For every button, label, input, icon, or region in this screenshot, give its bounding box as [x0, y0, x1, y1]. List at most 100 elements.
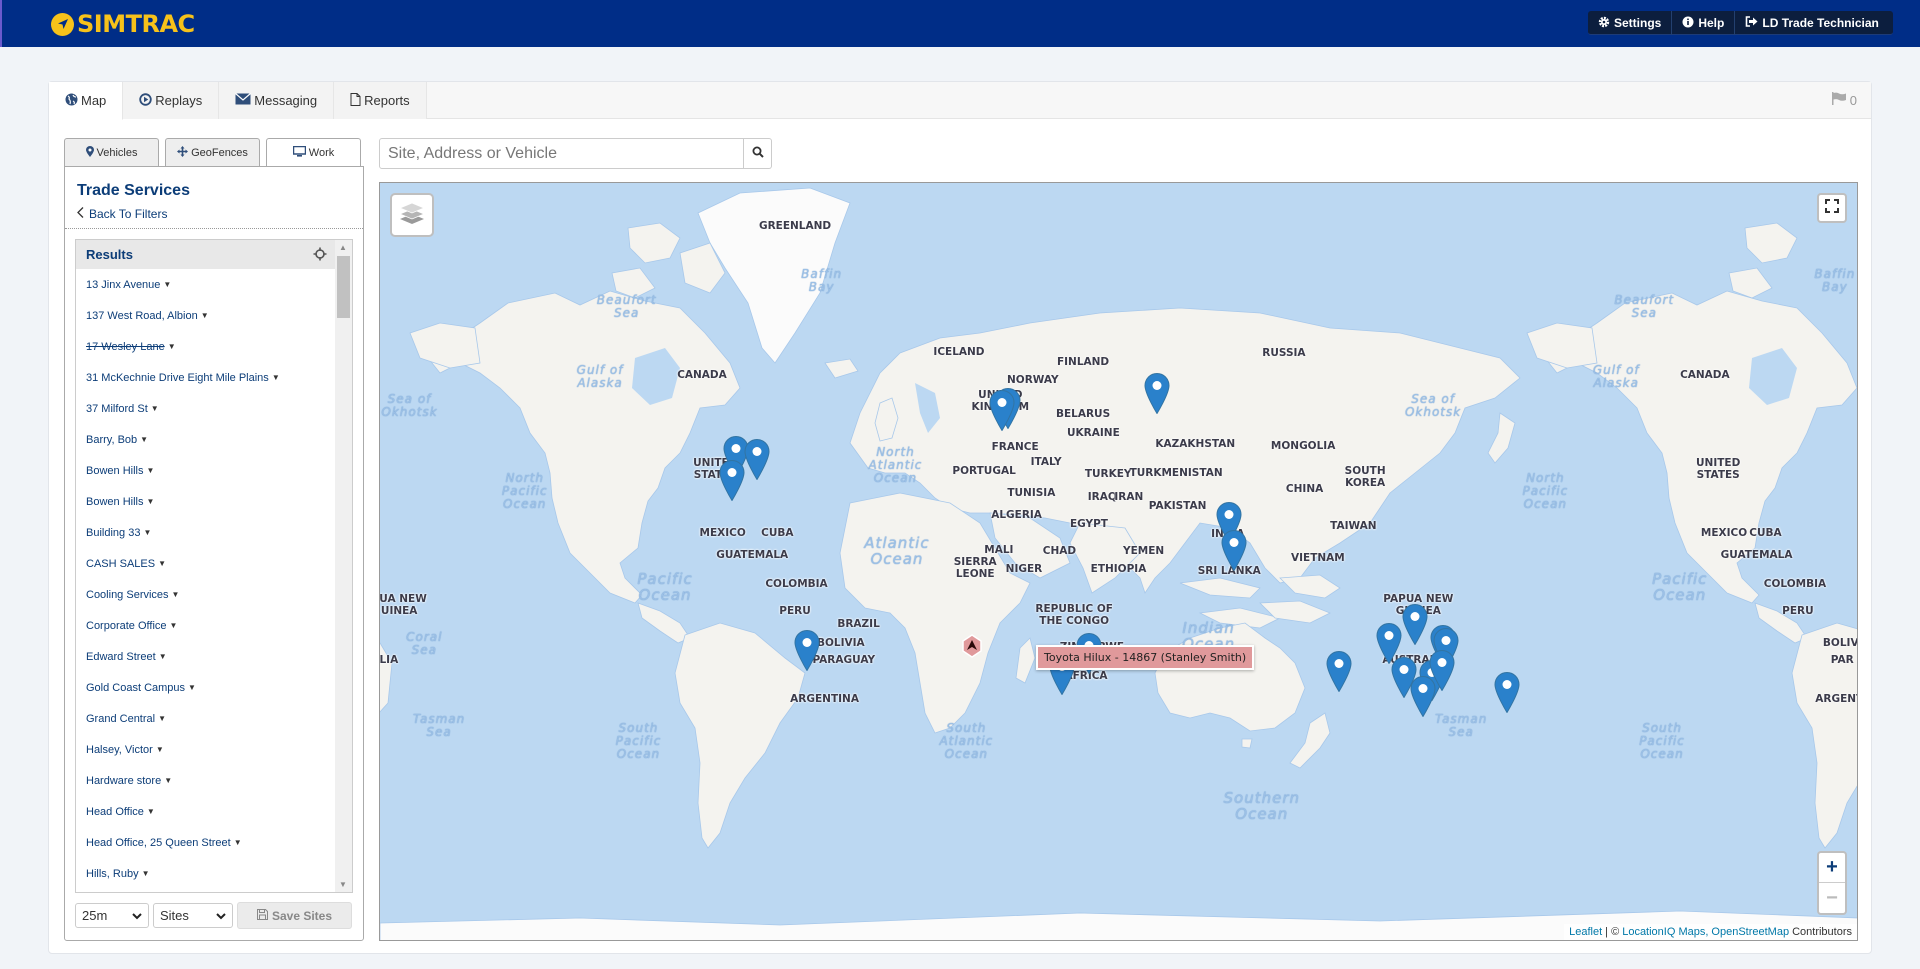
result-item[interactable]: Corporate Office ▼	[76, 610, 335, 641]
help-button[interactable]: Help	[1672, 11, 1736, 35]
world-map[interactable]: Baffin Bay Baffin Bay Beaufort Sea Beaufort Sea…	[379, 182, 1858, 941]
result-item[interactable]: Bowen Hills ▼	[76, 455, 335, 486]
crosshairs-icon[interactable]	[313, 247, 327, 264]
country-label: IRAQ	[1087, 491, 1117, 504]
user-logout-button[interactable]: LD Trade Technician	[1735, 11, 1892, 35]
tab-reports[interactable]: Reports	[334, 82, 427, 119]
result-item[interactable]: Hills, Ruby ▼	[76, 858, 335, 889]
result-item[interactable]: Building 33 ▼	[76, 517, 335, 548]
caret-down-icon[interactable]: ▼	[158, 714, 166, 723]
search-button[interactable]	[744, 138, 772, 169]
caret-down-icon[interactable]: ▼	[188, 683, 196, 692]
leaflet-link[interactable]: Leaflet	[1569, 926, 1602, 938]
caret-down-icon[interactable]: ▼	[159, 652, 167, 661]
caret-down-icon[interactable]: ▼	[163, 280, 171, 289]
locationiq-link[interactable]: LocationIQ Maps,	[1622, 926, 1708, 938]
site-marker-icon[interactable]	[1410, 676, 1436, 718]
result-item[interactable]: Gold Coast Campus ▼	[76, 672, 335, 703]
result-item-label: CASH SALES	[86, 557, 156, 570]
result-item[interactable]: Head Office ▼	[76, 796, 335, 827]
result-item[interactable]: 13 Jinx Avenue ▼	[76, 269, 335, 300]
tab-messaging[interactable]: Messaging	[219, 82, 335, 119]
scroll-up-icon[interactable]: ▲	[339, 243, 347, 252]
layers-control-button[interactable]	[390, 193, 434, 237]
site-marker-icon[interactable]	[719, 459, 745, 502]
caret-down-icon[interactable]: ▼	[146, 497, 154, 506]
site-marker-icon[interactable]	[1326, 650, 1352, 693]
site-marker-icon[interactable]	[1402, 603, 1428, 646]
result-item[interactable]: Cooling Services ▼	[76, 579, 335, 610]
site-marker-icon[interactable]	[1494, 671, 1520, 714]
caret-down-icon[interactable]: ▼	[164, 776, 172, 785]
caret-down-icon[interactable]: ▼	[170, 621, 178, 630]
result-item[interactable]: 137 West Road, Albion ▼	[76, 300, 335, 331]
vehicle-arrow-icon[interactable]	[960, 634, 984, 658]
caret-down-icon[interactable]: ▼	[234, 838, 242, 847]
site-marker-icon[interactable]	[794, 630, 820, 672]
alerts-flag-counter[interactable]: 0	[1831, 92, 1857, 108]
result-item[interactable]: 31 McKechnie Drive Eight Mile Plains ▼	[76, 362, 335, 393]
caret-down-icon[interactable]: ▼	[158, 559, 166, 568]
caret-down-icon[interactable]: ▼	[172, 590, 180, 599]
ocean-label: Sea of Okhotsk	[1404, 391, 1462, 419]
ocean-label: Atlantic Ocean	[864, 534, 930, 569]
zoom-out-button[interactable]: −	[1819, 883, 1845, 913]
tab-map[interactable]: Map	[49, 82, 124, 120]
result-item[interactable]: CASH SALES ▼	[76, 548, 335, 579]
site-type-select[interactable]: Sites	[153, 903, 233, 928]
ocean-label: Baffin Bay	[801, 266, 843, 294]
settings-button[interactable]: Settings	[1588, 11, 1673, 35]
tab-replays[interactable]: Replays	[123, 82, 220, 119]
caret-down-icon[interactable]: ▼	[146, 466, 154, 475]
sidebar-title: Trade Services	[77, 182, 190, 199]
country-label: TAIWAN	[1330, 519, 1377, 532]
caret-down-icon[interactable]: ▼	[151, 404, 159, 413]
subtab-vehicles-label: Vehicles	[96, 146, 138, 159]
result-item[interactable]: 37 Milford St ▼	[76, 393, 335, 424]
main-tabs: Map Replays Messaging Reports	[49, 82, 1871, 120]
country-label: PAKISTAN	[1148, 500, 1207, 513]
subtab-work[interactable]: Work	[266, 138, 361, 166]
caret-down-icon[interactable]: ▼	[168, 342, 176, 351]
site-marker-icon[interactable]	[1221, 530, 1247, 572]
scroll-down-icon[interactable]: ▼	[339, 880, 347, 889]
results-scrollbar[interactable]: ▲ ▼	[335, 240, 352, 892]
caret-down-icon[interactable]: ▼	[147, 807, 155, 816]
subtab-geofences-label: GeoFences	[191, 146, 248, 159]
country-label: NIGER	[1005, 563, 1043, 576]
scrollbar-thumb[interactable]	[337, 256, 350, 318]
result-item[interactable]: Grand Central ▼	[76, 703, 335, 734]
back-to-filters-link[interactable]: Back To Filters	[77, 207, 167, 221]
result-item[interactable]: Halsey, Victor ▼	[76, 734, 335, 765]
caret-down-icon[interactable]: ▼	[156, 745, 164, 754]
country-label: CHINA	[1285, 482, 1324, 495]
result-item[interactable]: Bowen Hills ▼	[76, 486, 335, 517]
subtab-vehicles[interactable]: Vehicles	[64, 138, 159, 166]
result-item[interactable]: 17 Wesley Lane ▼	[76, 331, 335, 362]
caret-down-icon[interactable]: ▼	[142, 869, 150, 878]
save-sites-button[interactable]: Save Sites	[237, 902, 352, 929]
site-marker-icon[interactable]	[744, 438, 770, 481]
result-item-label: Corporate Office	[86, 619, 167, 632]
site-marker-icon[interactable]	[989, 389, 1015, 431]
zoom-in-button[interactable]: +	[1819, 853, 1845, 883]
radius-select[interactable]: 25m	[75, 903, 149, 928]
site-marker-icon[interactable]	[1144, 372, 1170, 415]
fullscreen-button[interactable]	[1817, 193, 1847, 223]
result-item[interactable]: Edward Street ▼	[76, 641, 335, 672]
openstreetmap-link[interactable]: OpenStreetMap	[1711, 926, 1789, 938]
result-item[interactable]: Hardware store ▼	[76, 765, 335, 796]
simtrac-logo[interactable]: SIMTRAC	[51, 10, 195, 38]
desktop-icon	[292, 145, 307, 160]
caret-down-icon[interactable]: ▼	[140, 435, 148, 444]
result-item[interactable]: Barry, Bob ▼	[76, 424, 335, 455]
ocean-label: North Pacific Ocean	[1522, 471, 1569, 512]
caret-down-icon[interactable]: ▼	[272, 373, 280, 382]
caret-down-icon[interactable]: ▼	[201, 311, 209, 320]
subtab-geofences[interactable]: GeoFences	[165, 138, 260, 166]
site-type-select-value: Sites	[160, 908, 189, 923]
search-input[interactable]	[379, 138, 744, 169]
result-item[interactable]: Head Office, 25 Queen Street ▼	[76, 827, 335, 858]
caret-down-icon[interactable]: ▼	[143, 528, 151, 537]
search-bar	[379, 138, 772, 169]
